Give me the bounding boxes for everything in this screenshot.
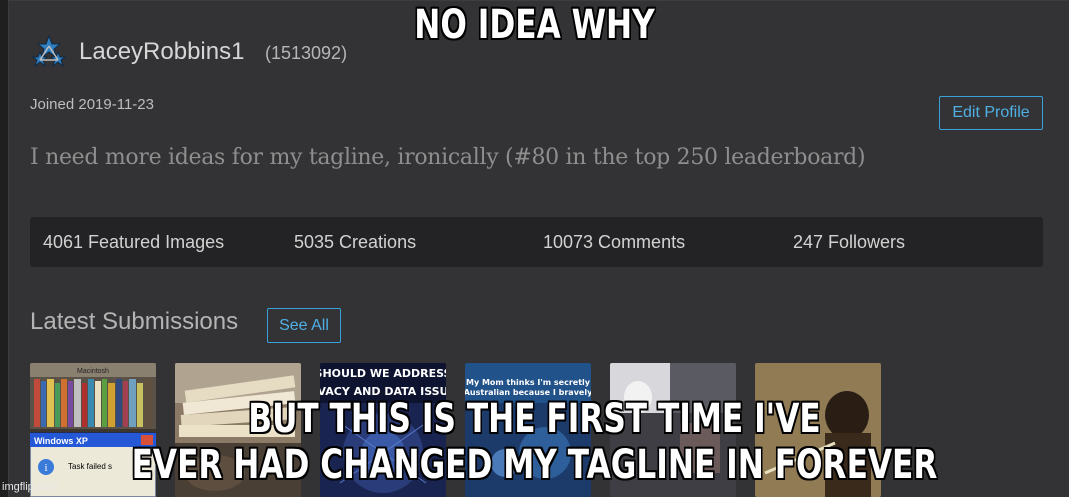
imgflip-watermark: imgflip.com xyxy=(2,481,58,493)
see-all-button[interactable]: See All xyxy=(267,308,341,343)
edit-profile-button[interactable]: Edit Profile xyxy=(939,96,1043,130)
page-edge xyxy=(0,0,8,497)
thumb1-dialog-text: Task failed s xyxy=(68,462,112,471)
stat-creations[interactable]: 5035 Creations xyxy=(294,232,416,253)
avatar-icon xyxy=(32,34,66,68)
joined-date: Joined 2019-11-23 xyxy=(30,96,154,113)
thumb1-dialog-title: Windows XP xyxy=(34,436,88,446)
meme-bottom-caption: BUT THIS IS THE FIRST TIME I'VE EVER HAD… xyxy=(118,396,952,488)
stats-bar: 4061 Featured Images 5035 Creations 1007… xyxy=(30,217,1043,267)
svg-text:i: i xyxy=(44,462,47,474)
meme-bottom-line-2: EVER HAD CHANGED MY TAGLINE IN FOREVER xyxy=(131,442,938,488)
svg-text:My Mom thinks I'm secretly: My Mom thinks I'm secretly xyxy=(466,378,591,387)
stat-comments[interactable]: 10073 Comments xyxy=(543,232,685,253)
meme-top-caption: NO IDEA WHY xyxy=(414,2,655,48)
stat-followers[interactable]: 247 Followers xyxy=(793,232,905,253)
latest-submissions-heading: Latest Submissions xyxy=(30,308,239,335)
stat-featured-images[interactable]: 4061 Featured Images xyxy=(43,232,224,253)
meme-bottom-line-1: BUT THIS IS THE FIRST TIME I'VE xyxy=(248,396,821,442)
profile-tagline: I need more ideas for my tagline, ironic… xyxy=(30,145,866,170)
thumb3-caption: SHOULD WE ADDRESS xyxy=(320,367,446,380)
thumb1-sign-text: Macintosh xyxy=(77,368,109,375)
